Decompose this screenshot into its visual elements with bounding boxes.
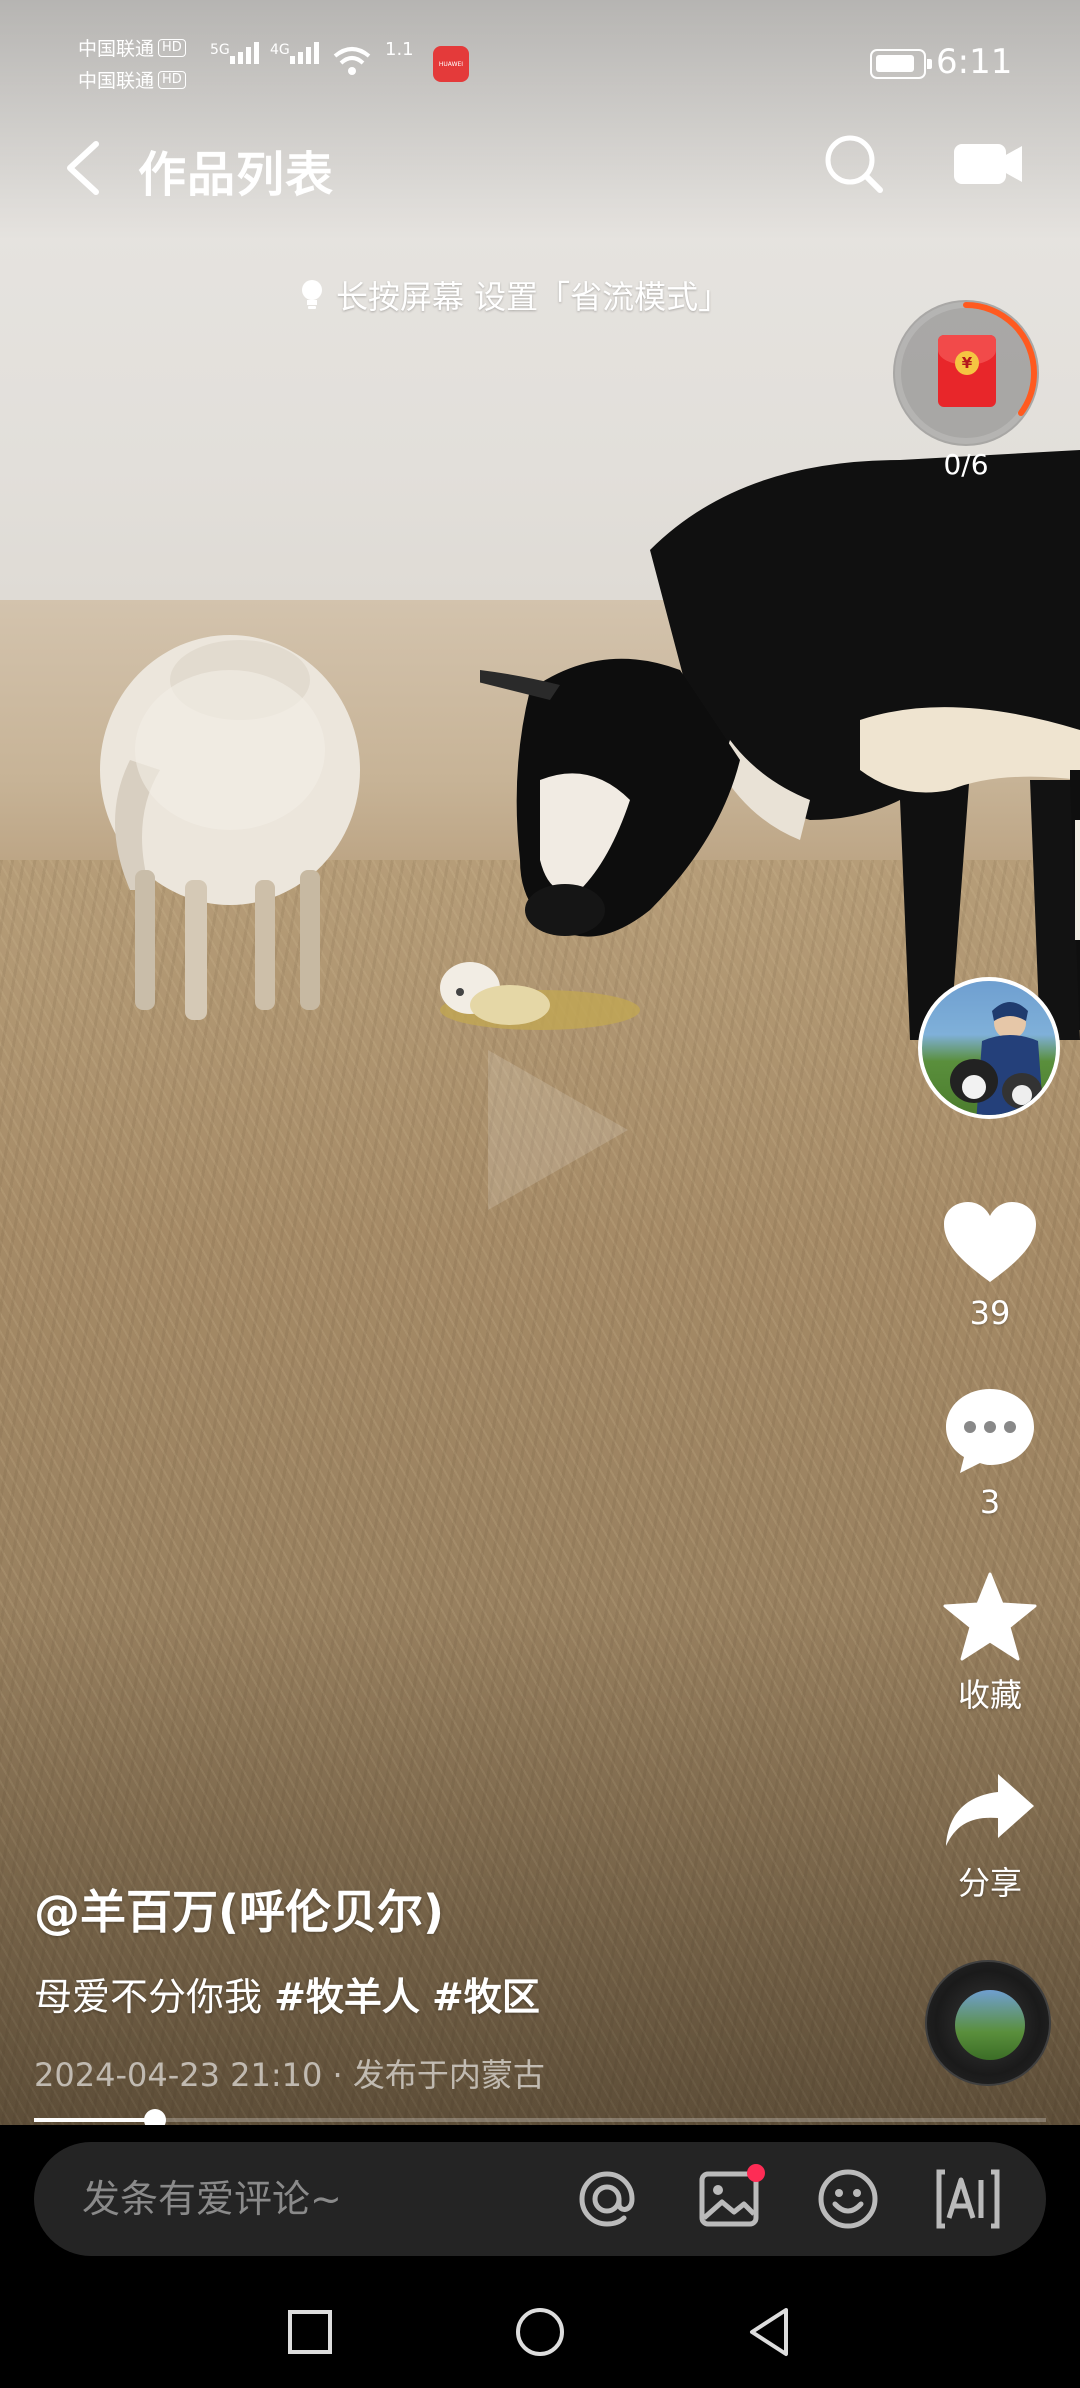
ai-text-icon[interactable] bbox=[935, 2166, 1001, 2232]
video-description: 母爱不分你我 #牧羊人 #牧区 bbox=[34, 1966, 540, 2021]
author-name[interactable]: @羊百万(呼伦贝尔) bbox=[34, 1876, 444, 1942]
lightbulb-icon bbox=[302, 280, 322, 309]
home-icon[interactable] bbox=[510, 2302, 570, 2362]
description-text: 母爱不分你我 bbox=[34, 1975, 275, 2019]
favorite-label: 收藏 bbox=[957, 1676, 1022, 1714]
heart-icon bbox=[944, 1202, 1036, 1282]
signal-icon bbox=[230, 42, 259, 64]
red-packet-count: 0/6 bbox=[943, 448, 989, 481]
share-button[interactable]: 分享 bbox=[930, 1770, 1050, 1904]
cow-figure bbox=[480, 450, 1080, 1040]
comment-bubble-icon bbox=[946, 1389, 1034, 1473]
signal-icon-2 bbox=[290, 42, 319, 64]
publish-meta: 2024-04-23 21:10 · 发布于内蒙古 bbox=[34, 2056, 545, 2094]
network-type-2: 4G bbox=[270, 42, 290, 58]
play-watermark-icon bbox=[488, 1050, 628, 1210]
tip-text: 长按屏幕 设置「省流模式」 bbox=[336, 278, 731, 316]
recent-apps-icon[interactable] bbox=[280, 2302, 340, 2362]
red-packet-widget[interactable]: ¥ bbox=[893, 300, 1039, 446]
author-avatar[interactable] bbox=[918, 977, 1060, 1119]
star-icon bbox=[943, 1572, 1037, 1661]
favorite-button[interactable]: 收藏 bbox=[930, 1572, 1050, 1716]
hashtag[interactable]: #牧羊人 bbox=[274, 1975, 420, 2019]
status-bar: 中国联通 HD 中国联通 HD 5G 4G 1.1 HUAWEI 6:11 bbox=[0, 0, 1080, 120]
hashtag[interactable]: #牧区 bbox=[432, 1975, 540, 2019]
carrier-label-2: 中国联通 HD bbox=[78, 66, 186, 93]
page-title: 作品列表 bbox=[138, 147, 335, 203]
carrier-label-1: 中国联通 HD bbox=[78, 34, 186, 61]
battery-icon bbox=[870, 49, 932, 79]
clock: 6:11 bbox=[936, 42, 1013, 82]
network-speed: 1.1 bbox=[385, 39, 414, 60]
search-icon[interactable] bbox=[822, 132, 886, 196]
chevron-left-icon[interactable] bbox=[60, 140, 110, 196]
video-camera-icon[interactable] bbox=[952, 138, 1024, 188]
coin-icon: ¥ bbox=[955, 351, 979, 375]
emoji-icon[interactable] bbox=[815, 2166, 881, 2232]
comment-input[interactable] bbox=[82, 2174, 562, 2224]
at-icon[interactable] bbox=[574, 2166, 640, 2232]
saver-mode-tip: 长按屏幕 设置「省流模式」 bbox=[300, 272, 730, 318]
music-disc[interactable] bbox=[925, 1960, 1051, 2086]
scene-bottom-shade bbox=[0, 1605, 1080, 2125]
share-arrow-icon bbox=[946, 1774, 1034, 1846]
sheep-figure bbox=[100, 635, 360, 1020]
music-cover-image bbox=[955, 1990, 1025, 2060]
video-progress-fill bbox=[34, 2118, 156, 2122]
wifi-icon bbox=[333, 47, 371, 75]
new-image-badge bbox=[747, 2164, 765, 2182]
comment-count: 3 bbox=[979, 1483, 1001, 1521]
huawei-app-icon: HUAWEI bbox=[433, 46, 469, 82]
share-label: 分享 bbox=[957, 1864, 1022, 1902]
comment-button[interactable]: 3 bbox=[930, 1385, 1050, 1521]
like-count: 39 bbox=[969, 1294, 1011, 1332]
network-type-1: 5G bbox=[210, 42, 230, 58]
video-progress-bar[interactable] bbox=[34, 2109, 1046, 2131]
like-button[interactable]: 39 bbox=[930, 1200, 1050, 1332]
back-nav-icon[interactable] bbox=[740, 2302, 800, 2362]
